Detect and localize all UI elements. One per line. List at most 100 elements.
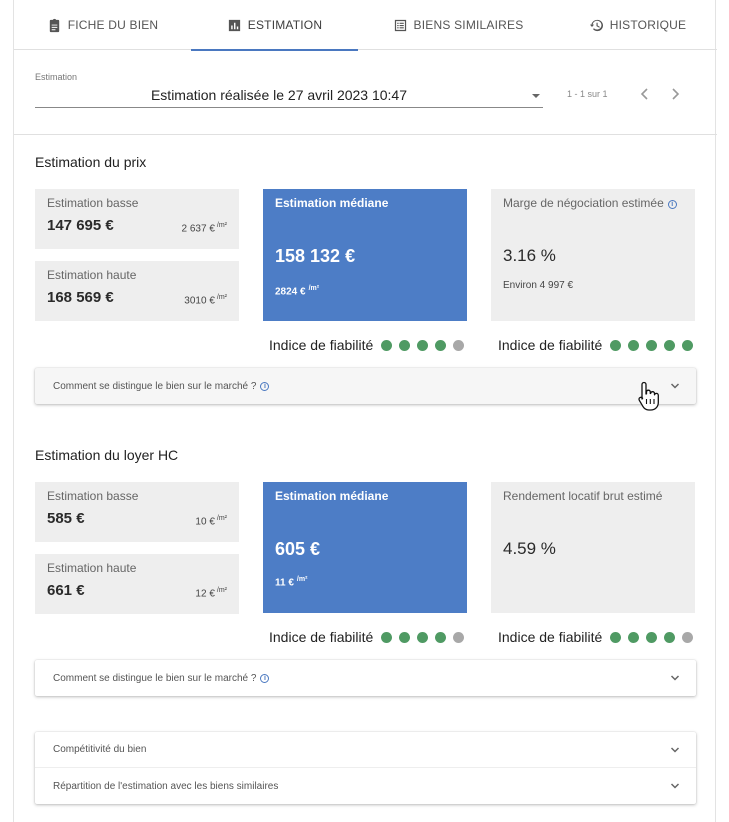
card-value: 661 € xyxy=(47,582,85,599)
tab-biens-similaires[interactable]: BIENS SIMILAIRES xyxy=(358,0,558,50)
fiabilite-dot-on xyxy=(417,631,429,643)
card-subvalue: Environ 4 997 € xyxy=(503,280,574,291)
card-label: Estimation haute xyxy=(47,561,137,575)
tab-label: ESTIMATION xyxy=(247,18,323,32)
fiabilite-dot-on xyxy=(610,631,622,643)
info-icon[interactable]: i xyxy=(260,381,270,391)
section-title-loyer: Estimation du loyer HC xyxy=(35,447,179,463)
fiabilite-dot-on xyxy=(664,339,676,351)
card-value: 585 € xyxy=(47,510,85,527)
fiabilite-dot-on xyxy=(399,631,411,643)
panel-header[interactable]: Comment se distingue le bien sur le marc… xyxy=(35,660,696,696)
panel-distinction-prix[interactable]: Comment se distingue le bien sur le marc… xyxy=(35,368,696,404)
price-per-m2: 2 637 €/m² xyxy=(181,222,227,235)
card-value: 605 € xyxy=(275,539,321,559)
fiabilite-dot-on xyxy=(664,631,676,643)
panel-label: Répartition de l'estimation avec les bie… xyxy=(53,780,279,792)
card-value: 168 569 € xyxy=(47,289,114,306)
fiabilite-dot-off xyxy=(453,339,465,351)
panel-header[interactable]: Comment se distingue le bien sur le marc… xyxy=(35,368,696,404)
fiabilite-marge-prix: Indice de fiabilité xyxy=(498,337,694,353)
list-icon xyxy=(394,19,406,31)
chevron-right-icon xyxy=(672,88,680,100)
chevron-down-icon xyxy=(670,673,680,683)
fiabilite-label: Indice de fiabilité xyxy=(498,337,603,353)
fiabilite-dot-on xyxy=(381,339,393,351)
fiabilite-dot-off xyxy=(453,631,465,643)
card-estimation-haute-loyer: Estimation haute 661 € 12 €/m² xyxy=(35,554,239,614)
info-icon[interactable]: i xyxy=(667,200,677,209)
card-marge-negociation: Marge de négociation estimée i 3.16 % Env… xyxy=(491,189,695,321)
card-estimation-mediane-loyer: Estimation médiane 605 € 11 €/m² xyxy=(263,482,467,613)
fiabilite-label: Indice de fiabilité xyxy=(269,629,374,645)
chevron-down-icon xyxy=(670,781,680,791)
card-value: 4.59 % xyxy=(503,539,556,558)
card-label: Estimation haute xyxy=(47,268,137,282)
bar-chart-icon xyxy=(228,19,240,31)
clipboard-icon xyxy=(49,18,59,32)
previous-button[interactable] xyxy=(635,84,655,104)
fiabilite-mediane-prix: Indice de fiabilité xyxy=(269,337,465,353)
tab-estimation[interactable]: ESTIMATION xyxy=(191,0,358,51)
card-estimation-haute-prix: Estimation haute 168 569 € 3010 €/m² xyxy=(35,261,239,321)
fiabilite-dot-on xyxy=(646,339,658,351)
fiabilite-dots xyxy=(381,339,465,351)
panel-distinction-loyer[interactable]: Comment se distingue le bien sur le marc… xyxy=(35,660,696,696)
fiabilite-dots xyxy=(381,631,465,643)
fiabilite-dot-on xyxy=(381,631,393,643)
fiabilite-dot-off xyxy=(682,631,694,643)
tab-fiche-du-bien[interactable]: FICHE DU BIEN xyxy=(14,0,191,50)
fiabilite-dot-on xyxy=(435,631,447,643)
fiabilite-dots xyxy=(610,339,694,351)
panel-group-bottom: Compétitivité du bien Répartition de l'e… xyxy=(35,732,696,804)
estimation-page: FICHE DU BIEN ESTIMATION BIENS SIMILAIRE… xyxy=(13,0,717,822)
chevron-down-icon xyxy=(670,381,680,391)
tab-bar: FICHE DU BIEN ESTIMATION BIENS SIMILAIRE… xyxy=(14,0,717,51)
fiabilite-mediane-loyer: Indice de fiabilité xyxy=(269,629,465,645)
fiabilite-dot-on xyxy=(628,631,640,643)
card-value: 158 132 € xyxy=(275,246,356,266)
panel-label: Compétitivité du bien xyxy=(53,744,147,755)
fiabilite-rendement-loyer: Indice de fiabilité xyxy=(498,629,694,645)
price-per-m2: 3010 €/m² xyxy=(184,294,227,307)
fiabilite-dot-on xyxy=(417,339,429,351)
card-label: Estimation basse xyxy=(47,489,139,503)
card-label: Rendement locatif brut estimé xyxy=(503,489,663,503)
price-per-m2: 10 €/m² xyxy=(195,515,227,528)
price-per-m2: 2824 €/m² xyxy=(275,285,320,298)
estimation-select-label: Estimation xyxy=(35,72,78,82)
card-value: 147 695 € xyxy=(47,217,114,234)
hand-cursor-icon xyxy=(638,381,659,411)
fiabilite-dot-on xyxy=(628,339,640,351)
card-label: Estimation basse xyxy=(47,196,139,210)
fiabilite-dot-on xyxy=(610,339,622,351)
pager-text: 1 - 1 sur 1 xyxy=(567,89,608,99)
panel-competitivite[interactable]: Compétitivité du bien xyxy=(35,732,696,768)
chevron-down-icon xyxy=(670,745,680,755)
fiabilite-dots xyxy=(610,631,694,643)
estimation-select[interactable]: Estimation réalisée le 27 avril 2023 10:… xyxy=(35,84,543,108)
card-estimation-mediane-prix: Estimation médiane 158 132 € 2824 €/m² xyxy=(263,189,467,321)
dropdown-arrow-icon xyxy=(532,94,540,98)
card-label: Estimation médiane xyxy=(275,196,389,210)
fiabilite-dot-on xyxy=(682,339,694,351)
fiabilite-label: Indice de fiabilité xyxy=(269,337,374,353)
tab-historique[interactable]: HISTORIQUE xyxy=(558,0,717,50)
panel-repartition[interactable]: Répartition de l'estimation avec les bie… xyxy=(35,768,696,804)
tab-label: BIENS SIMILAIRES xyxy=(413,18,524,32)
history-icon xyxy=(589,19,603,31)
next-button[interactable] xyxy=(665,84,685,104)
tab-label: HISTORIQUE xyxy=(609,18,687,32)
card-label: Marge de négociation estimée i xyxy=(503,196,677,210)
estimation-selector-bar: Estimation Estimation réalisée le 27 avr… xyxy=(14,51,717,135)
fiabilite-dot-on xyxy=(435,339,447,351)
card-estimation-basse-prix: Estimation basse 147 695 € 2 637 €/m² xyxy=(35,189,239,249)
card-estimation-basse-loyer: Estimation basse 585 € 10 €/m² xyxy=(35,482,239,542)
panel-label: Comment se distingue le bien sur le marc… xyxy=(53,672,257,684)
chevron-left-icon xyxy=(640,88,648,100)
info-icon[interactable]: i xyxy=(260,673,270,683)
section-title-prix: Estimation du prix xyxy=(35,154,147,170)
price-per-m2: 11 €/m² xyxy=(275,576,308,589)
price-per-m2: 12 €/m² xyxy=(195,587,227,600)
fiabilite-dot-on xyxy=(646,631,658,643)
